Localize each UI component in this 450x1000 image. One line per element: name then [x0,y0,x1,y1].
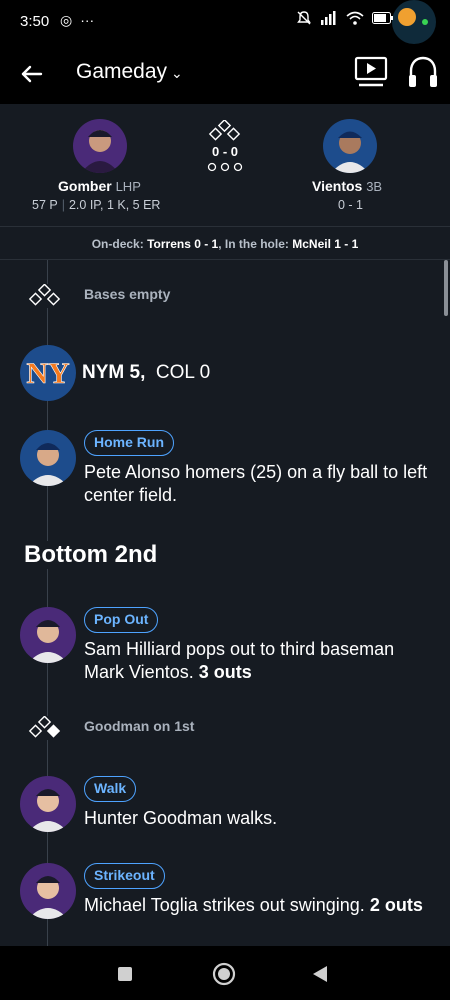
play-item[interactable]: Pop Out Sam Hilliard pops out to third b… [20,607,440,687]
pitcher-stats: 57 P | 2.0 IP, 1 K, 5 ER [32,198,161,212]
score-update-item: NY NYM 5, COL 0 [20,345,440,401]
play-type-badge: Home Run [84,430,174,456]
play-description: Hunter Goodman walks. [84,808,278,828]
more-dots-icon: ··· [80,12,95,28]
score-text: NYM 5, COL 0 [82,362,211,383]
play-item[interactable]: Strikeout Michael Toglia strikes out swi… [20,863,440,943]
player-avatar[interactable] [20,776,76,832]
status-right-icons [296,10,394,26]
ball-strike-count: 0 - 0 [211,144,238,159]
bases-status-text: Goodman on 1st [84,718,195,734]
bases-diamond-icon [28,716,62,740]
status-bar: 3:50 ◎ ··· [0,0,450,44]
player-avatar[interactable] [20,863,76,919]
notification-icon [398,8,416,26]
arrow-left-icon[interactable] [16,58,48,90]
bases-status-item: Bases empty [20,280,440,320]
on-deck-row: On-deck: Torrens 0 - 1, In the hole: McN… [0,226,450,260]
play-item[interactable]: Walk Hunter Goodman walks. [20,776,440,836]
matchup-panel: Gomber LHP 57 P | 2.0 IP, 1 K, 5 ER 0 - 0 … [0,104,450,260]
gameday-dropdown[interactable]: Gameday ⌄ [76,60,183,84]
recording-dot-icon [422,19,428,25]
play-description: Sam Hilliard pops out to third baseman M… [84,639,395,682]
pitcher-name: Gomber LHP [58,178,141,194]
home-circle-icon[interactable] [210,960,238,988]
headphones-icon[interactable] [406,54,440,90]
tv-play-icon[interactable] [354,56,388,88]
page-title: Gameday [76,60,168,83]
outs-indicator-icon [207,162,243,172]
player-avatar[interactable] [20,430,76,486]
mute-icon [297,11,311,25]
wifi-icon [346,11,364,25]
system-nav-bar [0,946,450,1000]
inning-header: Bottom 2nd [24,541,164,569]
play-type-badge: Walk [84,776,137,802]
batter-avatar[interactable] [323,119,377,173]
outs-text: 3 outs [198,662,252,682]
svg-text:NY: NY [26,357,70,390]
player-avatar[interactable] [20,607,76,663]
status-left-icons: ◎ ··· [60,12,94,29]
play-description: Michael Toglia strikes out swinging. 2 o… [84,895,423,915]
battery-icon [372,12,393,24]
play-by-play-feed[interactable]: Bases empty NY NYM 5, COL 0 Home Run Pet… [0,260,450,946]
outs-text: 2 outs [369,895,423,915]
mets-logo-icon: NY [20,345,76,401]
at-sign-icon: ◎ [60,12,73,28]
scrollbar[interactable] [444,260,448,316]
status-time: 3:50 [20,13,50,30]
bases-diamond-icon [208,120,241,141]
bases-diamond-icon [28,284,62,308]
bases-status-text: Bases empty [84,286,171,302]
signal-icon [321,11,336,25]
batter-name: Vientos 3B [312,178,383,194]
batter-stats: 0 - 1 [338,198,364,212]
app-header: Gameday ⌄ [0,44,450,104]
pitcher-avatar[interactable] [73,119,127,173]
play-type-badge: Strikeout [84,863,165,889]
play-type-badge: Pop Out [84,607,159,633]
bases-status-item: Goodman on 1st [20,712,440,752]
play-description: Pete Alonso homers (25) on a fly ball to… [84,462,428,505]
play-item[interactable]: Home Run Pete Alonso homers (25) on a fl… [20,430,440,510]
chevron-down-icon: ⌄ [171,64,183,81]
back-triangle-icon[interactable] [306,960,334,988]
recents-square-icon[interactable] [111,960,139,988]
